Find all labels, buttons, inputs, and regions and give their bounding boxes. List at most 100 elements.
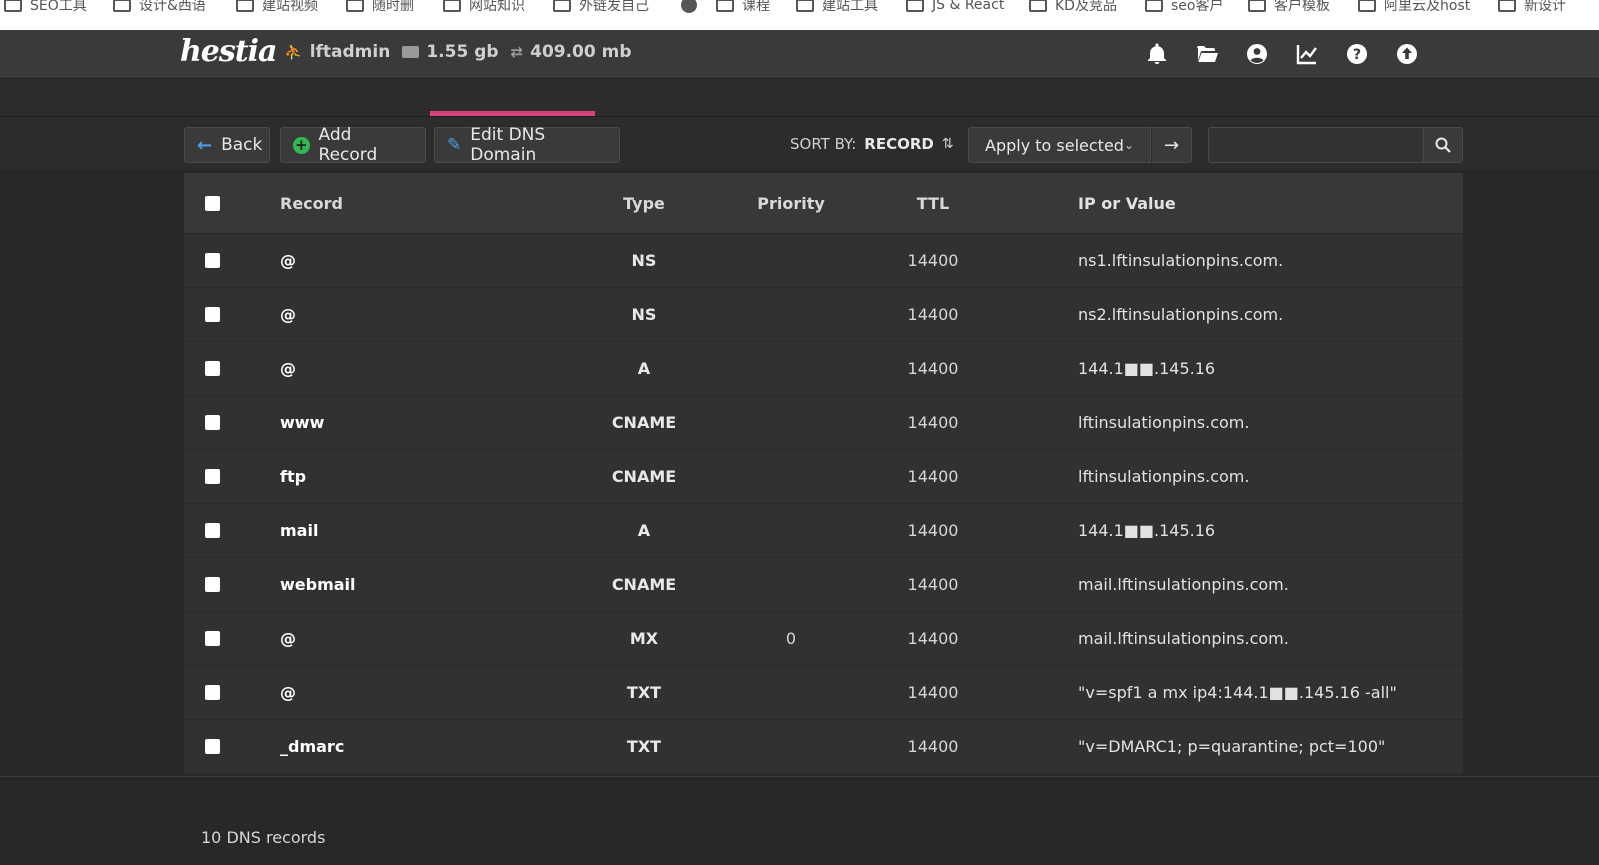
table-row[interactable]: webmail CNAME 14400 mail.lftinsulationpi… (184, 558, 1463, 612)
bookmark-item[interactable]: 建站工具 (796, 0, 878, 16)
back-button[interactable]: ← Back (184, 127, 270, 163)
record-name[interactable]: @ (280, 251, 570, 270)
bookmark-item[interactable]: 设计&西语 (113, 0, 206, 16)
column-record[interactable]: Record (280, 194, 570, 213)
bookmark-item[interactable]: seo客户 (1145, 0, 1223, 16)
record-value: "v=DMARC1; p=quarantine; pct=100" (1078, 737, 1386, 756)
user-stat[interactable]: ⛹ lftadmin (284, 42, 390, 62)
edit-dns-domain-button[interactable]: ✎ Edit DNS Domain (434, 125, 620, 165)
record-count: 10 DNS records (201, 828, 326, 847)
bookmark-item[interactable]: 网站知识 (443, 0, 525, 16)
username: lftadmin (309, 42, 391, 62)
bookmark-item[interactable]: 新设计 (1498, 0, 1566, 16)
chart-line-icon[interactable] (1293, 40, 1321, 68)
search-icon (1435, 137, 1451, 153)
table-row[interactable]: _dmarc TXT 14400 "v=DMARC1; p=quarantine… (184, 720, 1463, 774)
record-ttl: 14400 (907, 737, 959, 756)
bookmark-item[interactable]: 客户模板 (1248, 0, 1330, 16)
column-type[interactable]: Type (570, 194, 718, 213)
record-type: A (637, 521, 651, 540)
transfer-icon: ⇄ (510, 43, 524, 61)
record-type: CNAME (611, 575, 677, 594)
row-checkbox[interactable] (204, 469, 220, 484)
record-value: "v=spf1 a mx ip4:144.1■■.145.16 -all" (1078, 683, 1397, 702)
globe-icon (681, 0, 697, 13)
account-stats: ⛹ lftadmin 1.55 gb ⇄ 409.00 mb (284, 42, 632, 62)
upload-icon[interactable] (1393, 40, 1421, 68)
column-ttl[interactable]: TTL (864, 194, 1002, 213)
bell-icon[interactable] (1143, 40, 1171, 68)
bookmark-item[interactable]: 外链发自己 (553, 0, 649, 16)
bookmark-item[interactable]: SEO工具 (4, 0, 87, 16)
sort-control[interactable]: SORT BY: RECORD ⇅ (790, 135, 954, 153)
record-name[interactable]: @ (280, 683, 570, 702)
bookmark-item[interactable]: 阿里云及host (1358, 0, 1470, 16)
bookmark-item[interactable]: 建站视频 (236, 0, 318, 16)
column-value[interactable]: IP or Value (1002, 194, 1463, 213)
folder-open-icon[interactable] (1193, 40, 1221, 68)
folder-icon (906, 0, 924, 12)
bulk-action-select[interactable]: Apply to selected ⌄ (968, 127, 1151, 163)
record-value: lftinsulationpins.com. (1078, 467, 1250, 486)
record-ttl: 14400 (907, 251, 959, 270)
record-name[interactable]: @ (280, 305, 570, 324)
row-checkbox[interactable] (204, 685, 220, 700)
row-checkbox[interactable] (204, 523, 220, 538)
record-name[interactable]: _dmarc (280, 737, 570, 756)
table-row[interactable]: ftp CNAME 14400 lftinsulationpins.com. (184, 450, 1463, 504)
bookmark-item[interactable]: 课程 (716, 0, 770, 16)
bookmark-item[interactable]: KD及竞品 (1029, 0, 1117, 16)
bookmark-bar: SEO工具 设计&西语 建站视频 随时删 网站知识 外链发自己 课程 建站工具 … (0, 0, 1599, 30)
row-checkbox[interactable] (204, 631, 220, 646)
row-checkbox[interactable] (204, 361, 220, 376)
bookmark-item[interactable] (681, 0, 697, 16)
sort-alpha-icon: ⇅ (941, 136, 954, 152)
row-checkbox[interactable] (204, 739, 220, 754)
record-value: ns2.lftinsulationpins.com. (1078, 305, 1284, 324)
folder-icon (1029, 0, 1047, 12)
search-input[interactable] (1208, 127, 1423, 163)
record-type: NS (631, 305, 657, 324)
folder-icon (236, 0, 254, 12)
row-checkbox[interactable] (204, 415, 220, 430)
record-name[interactable]: @ (280, 629, 570, 648)
record-name[interactable]: ftp (280, 467, 570, 486)
table-row[interactable]: @ NS 14400 ns1.lftinsulationpins.com. (184, 234, 1463, 288)
apply-action-button[interactable]: → (1151, 127, 1192, 163)
hestia-logo[interactable]: hestia (180, 34, 277, 69)
record-ttl: 14400 (907, 629, 959, 648)
disk-stat: 1.55 gb (402, 42, 499, 62)
record-ttl: 14400 (907, 305, 959, 324)
toolbar: ← Back + Add Record ✎ Edit DNS Domain SO… (0, 117, 1599, 170)
bandwidth-stat: ⇄ 409.00 mb (511, 42, 632, 62)
record-value: ns1.lftinsulationpins.com. (1078, 251, 1284, 270)
chevron-down-icon: ⌄ (1123, 138, 1134, 152)
search-button[interactable] (1423, 127, 1463, 163)
bookmark-item[interactable]: JS & React (906, 0, 1004, 16)
table-row[interactable]: @ MX 0 14400 mail.lftinsulationpins.com. (184, 612, 1463, 666)
record-type: CNAME (611, 413, 677, 432)
row-checkbox[interactable] (204, 307, 220, 322)
row-checkbox[interactable] (204, 253, 220, 268)
select-all-checkbox[interactable] (204, 195, 220, 211)
table-row[interactable]: mail A 14400 144.1■■.145.16 (184, 504, 1463, 558)
pencil-icon: ✎ (447, 135, 462, 155)
table-row[interactable]: @ A 14400 144.1■■.145.16 (184, 342, 1463, 396)
record-value: mail.lftinsulationpins.com. (1078, 575, 1289, 594)
row-checkbox[interactable] (204, 577, 220, 592)
record-type: TXT (626, 683, 662, 702)
record-name[interactable]: www (280, 413, 570, 432)
record-name[interactable]: mail (280, 521, 570, 540)
record-name[interactable]: webmail (280, 575, 570, 594)
add-record-button[interactable]: + Add Record (280, 125, 426, 165)
table-row[interactable]: @ NS 14400 ns2.lftinsulationpins.com. (184, 288, 1463, 342)
user-circle-icon[interactable] (1243, 40, 1271, 68)
bookmark-item[interactable]: 随时删 (346, 0, 414, 16)
record-name[interactable]: @ (280, 359, 570, 378)
table-row[interactable]: @ TXT 14400 "v=spf1 a mx ip4:144.1■■.145… (184, 666, 1463, 720)
help-icon[interactable]: ? (1343, 40, 1371, 68)
sort-value: RECORD (864, 135, 934, 153)
hard-drive-icon (402, 46, 420, 58)
table-row[interactable]: www CNAME 14400 lftinsulationpins.com. (184, 396, 1463, 450)
column-priority[interactable]: Priority (718, 194, 864, 213)
